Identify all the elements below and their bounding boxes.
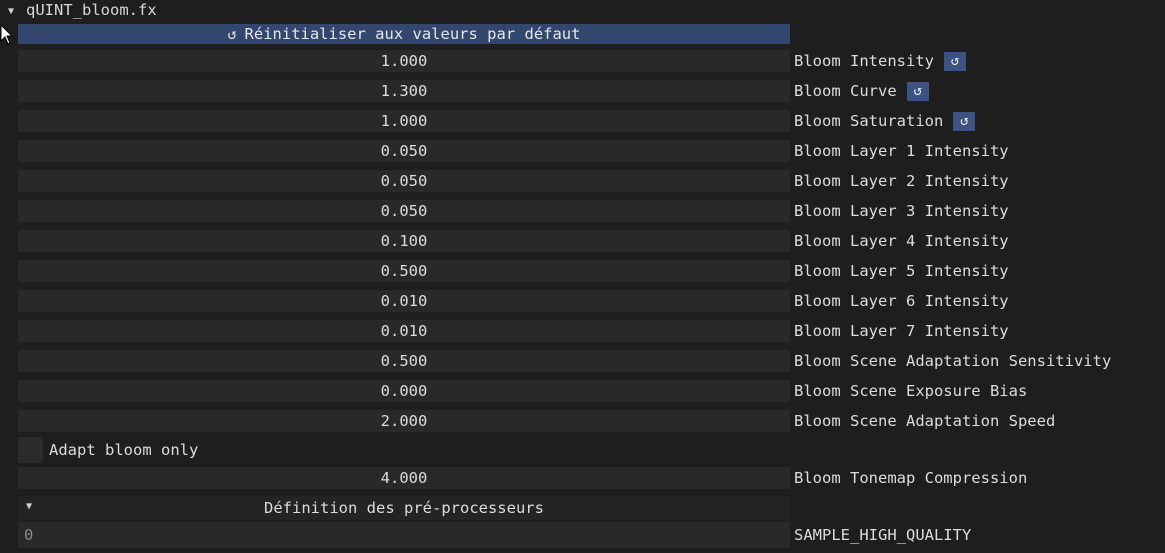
param-label: Bloom Intensity ↺ (794, 50, 966, 72)
param-label: Bloom Scene Adaptation Sensitivity (794, 350, 1111, 372)
param-slider[interactable]: 0.500 (18, 260, 790, 282)
param-label: Bloom Layer 4 Intensity (794, 230, 1009, 252)
param-label-text: Bloom Layer 6 Intensity (794, 292, 1009, 310)
param-slider[interactable]: 0.000 (18, 380, 790, 402)
param-slider[interactable]: 1.000 (18, 50, 790, 72)
param-slider[interactable]: 0.100 (18, 230, 790, 252)
preprocessor-section-header[interactable]: Définition des pré-processeurs ▼ (18, 496, 790, 520)
param-label-text: Bloom Scene Exposure Bias (794, 382, 1028, 400)
effect-header[interactable]: ▼ qUINT_bloom.fx (0, 0, 1165, 22)
param-slider[interactable]: 0.500 (18, 350, 790, 372)
param-slider[interactable]: 0.010 (18, 290, 790, 312)
reset-icon: ↺ (960, 113, 969, 129)
param-row: 1.000 Bloom Intensity ↺ (18, 50, 1165, 72)
param-label-text: Bloom Scene Adaptation Speed (794, 412, 1056, 430)
reset-to-defaults-label: Réinitialiser aux valeurs par défaut (244, 25, 581, 43)
param-row-tonemap: 4.000 Bloom Tonemap Compression (18, 467, 1165, 489)
tonemap-compression-label: Bloom Tonemap Compression (794, 467, 1027, 489)
reset-param-button[interactable]: ↺ (953, 111, 976, 131)
param-slider[interactable]: 0.050 (18, 170, 790, 192)
param-label-text: Bloom Tonemap Compression (794, 469, 1028, 487)
param-slider[interactable]: 1.300 (18, 80, 790, 102)
param-label: Bloom Layer 2 Intensity (794, 170, 1009, 192)
triangle-down-icon[interactable]: ▼ (4, 4, 18, 18)
param-row: 0.000 Bloom Scene Exposure Bias (18, 380, 1165, 402)
adapt-bloom-only-label: Adapt bloom only (49, 441, 199, 459)
param-row: 0.050 Bloom Layer 2 Intensity (18, 170, 1165, 192)
preprocessor-define-row: 0 SAMPLE_HIGH_QUALITY (18, 522, 1165, 548)
define-value-input[interactable]: 0 (18, 522, 790, 548)
param-slider[interactable]: 0.050 (18, 200, 790, 222)
param-slider[interactable]: 1.000 (18, 110, 790, 132)
param-label: Bloom Layer 1 Intensity (794, 140, 1009, 162)
param-label: Bloom Layer 5 Intensity (794, 260, 1009, 282)
param-label-text: Bloom Layer 1 Intensity (794, 142, 1009, 160)
param-label: Bloom Layer 7 Intensity (794, 320, 1009, 342)
param-label-text: Bloom Saturation (794, 112, 944, 130)
param-row: 0.100 Bloom Layer 4 Intensity (18, 230, 1165, 252)
effect-title: qUINT_bloom.fx (26, 1, 157, 19)
param-label: Bloom Layer 3 Intensity (794, 200, 1009, 222)
param-label: Bloom Curve ↺ (794, 80, 929, 102)
reset-param-button[interactable]: ↺ (906, 81, 929, 101)
param-row: 0.010 Bloom Layer 6 Intensity (18, 290, 1165, 312)
param-row: 0.010 Bloom Layer 7 Intensity (18, 320, 1165, 342)
reset-param-button[interactable]: ↺ (943, 51, 966, 71)
mouse-cursor-icon (0, 24, 14, 45)
param-label: Bloom Scene Exposure Bias (794, 380, 1027, 402)
param-label-text: Bloom Curve (794, 82, 897, 100)
param-label-text: Bloom Layer 7 Intensity (794, 322, 1009, 340)
define-name-label: SAMPLE_HIGH_QUALITY (794, 526, 972, 544)
param-label-text: Bloom Layer 5 Intensity (794, 262, 1009, 280)
param-slider[interactable]: 0.010 (18, 320, 790, 342)
reset-icon: ↺ (227, 25, 237, 43)
reset-icon: ↺ (913, 83, 922, 99)
param-row: 2.000 Bloom Scene Adaptation Speed (18, 410, 1165, 432)
param-row: 0.050 Bloom Layer 1 Intensity (18, 140, 1165, 162)
reset-icon: ↺ (950, 53, 960, 69)
param-row: 0.050 Bloom Layer 3 Intensity (18, 200, 1165, 222)
adapt-bloom-only-row: Adapt bloom only (18, 437, 790, 463)
adapt-bloom-only-checkbox[interactable] (18, 437, 43, 463)
param-label: Bloom Layer 6 Intensity (794, 290, 1009, 312)
param-label-text: Bloom Layer 3 Intensity (794, 202, 1009, 220)
param-label: Bloom Scene Adaptation Speed (794, 410, 1055, 432)
param-label: Bloom Saturation ↺ (794, 110, 976, 132)
param-row: 1.300 Bloom Curve ↺ (18, 80, 1165, 102)
preprocessor-title: Définition des pré-processeurs (264, 499, 544, 517)
param-row: 1.000 Bloom Saturation ↺ (18, 110, 1165, 132)
param-slider[interactable]: 0.050 (18, 140, 790, 162)
param-slider[interactable]: 2.000 (18, 410, 790, 432)
tonemap-compression-slider[interactable]: 4.000 (18, 467, 790, 489)
param-label-text: Bloom Scene Adaptation Sensitivity (794, 352, 1112, 370)
reset-to-defaults-button[interactable]: ↺ Réinitialiser aux valeurs par défaut (18, 24, 790, 44)
param-label-text: Bloom Layer 4 Intensity (794, 232, 1009, 250)
triangle-down-icon[interactable]: ▼ (26, 501, 32, 512)
param-row: 0.500 Bloom Layer 5 Intensity (18, 260, 1165, 282)
param-row: 0.500 Bloom Scene Adaptation Sensitivity (18, 350, 1165, 372)
param-label-text: Bloom Layer 2 Intensity (794, 172, 1009, 190)
param-label-text: Bloom Intensity (794, 52, 934, 70)
